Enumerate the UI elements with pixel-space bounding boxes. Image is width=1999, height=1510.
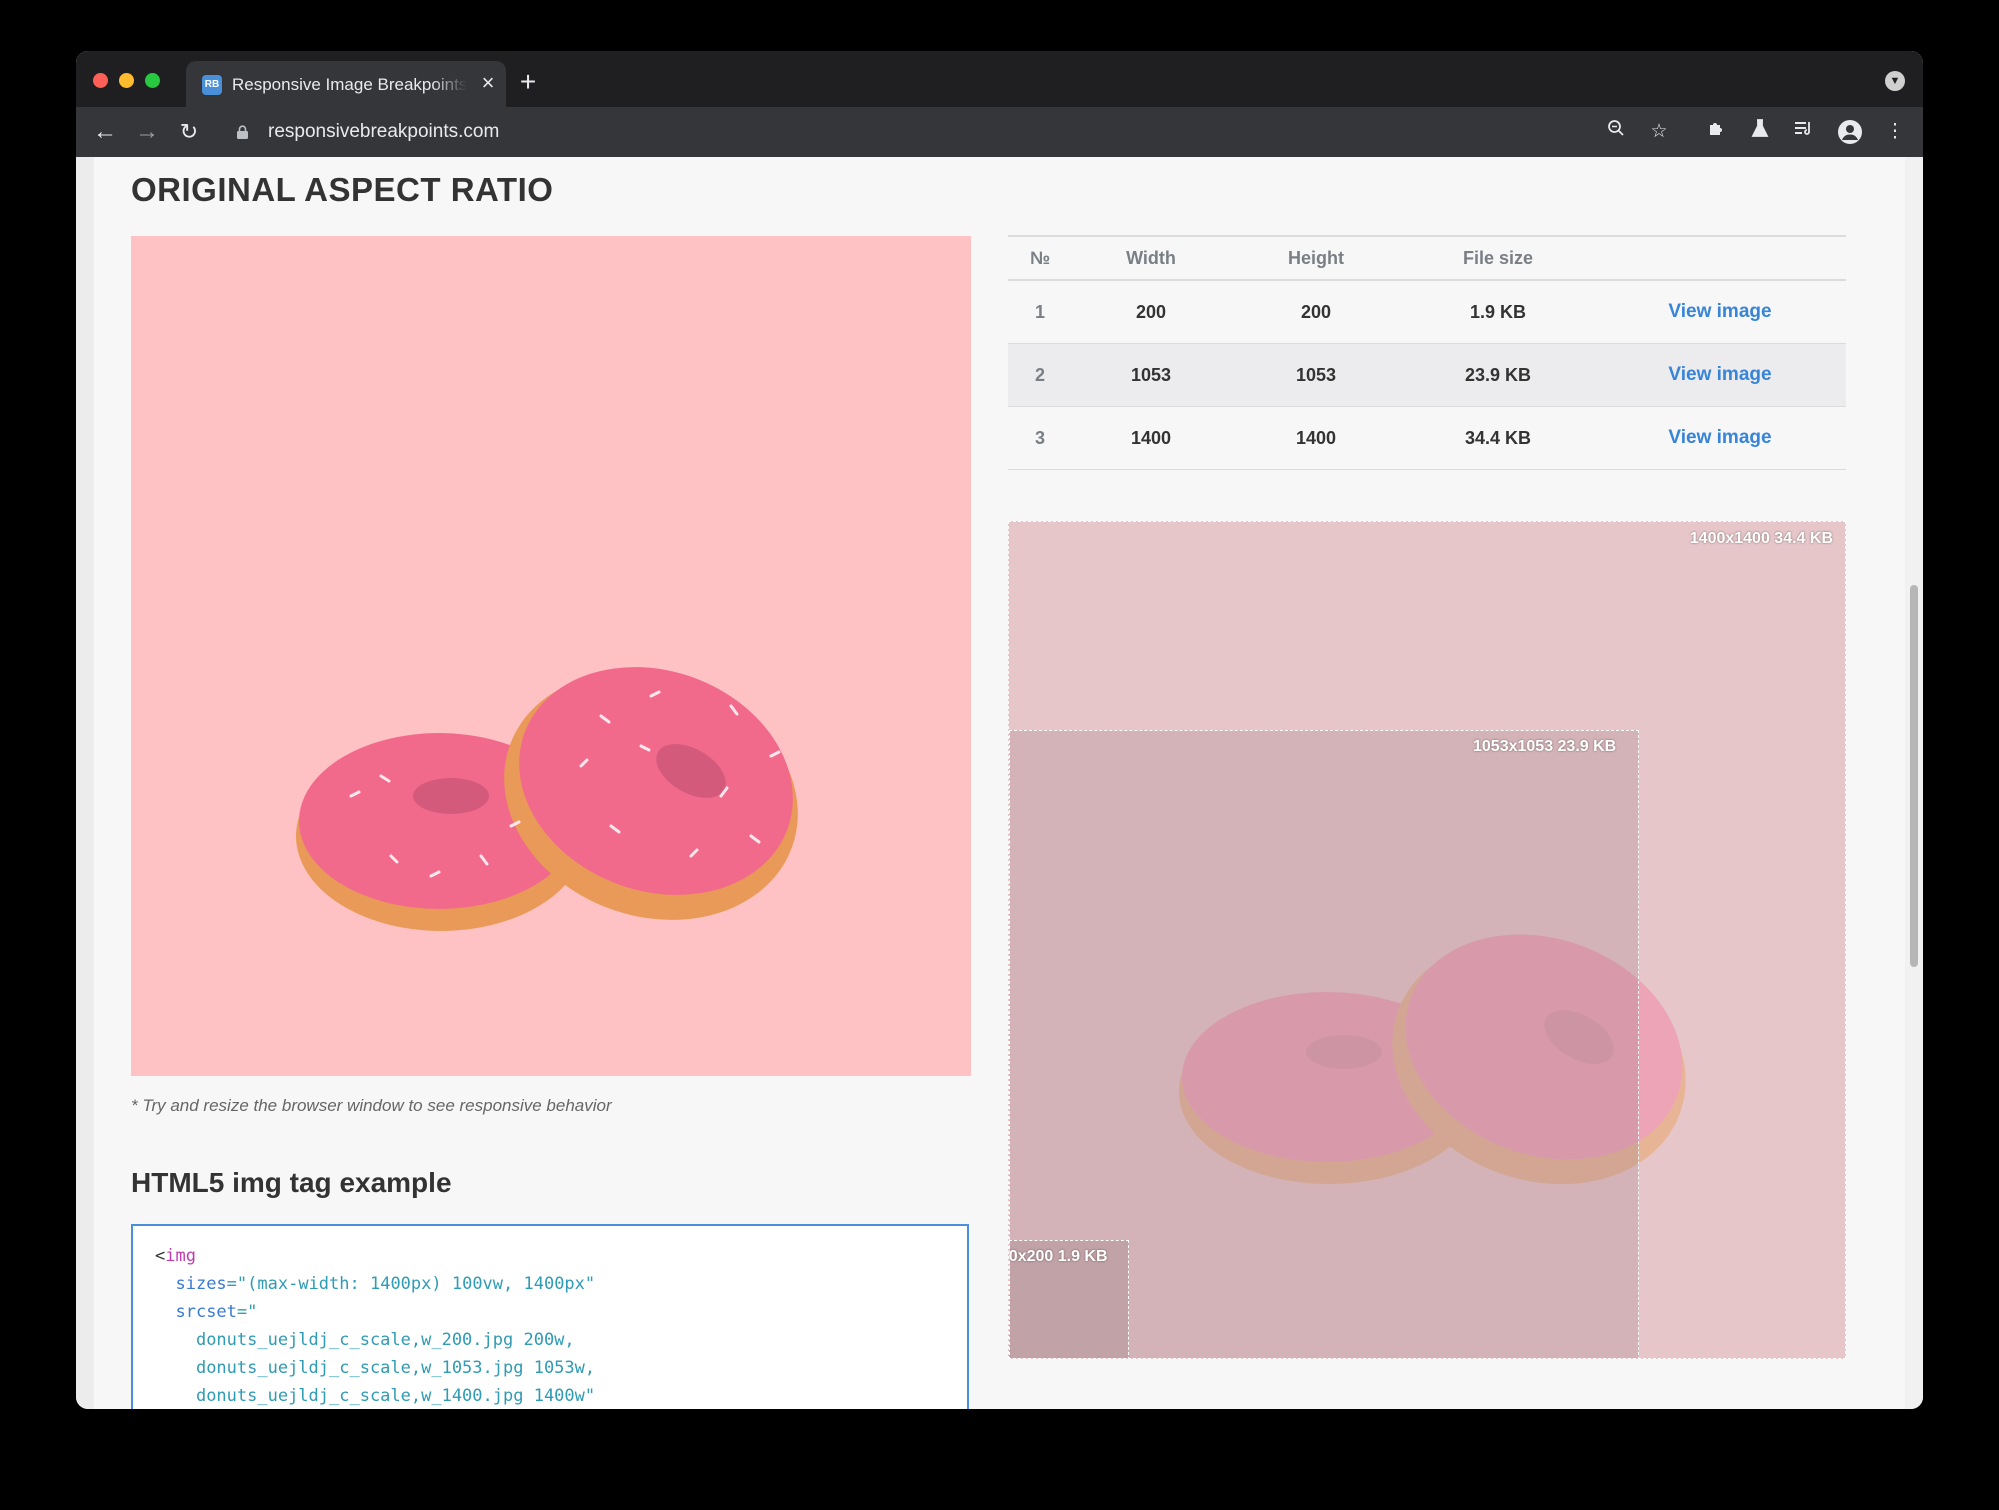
breakpoint-label-1053: 1053x1053 23.9 KB xyxy=(1473,738,1617,755)
forward-button[interactable]: → xyxy=(131,116,163,148)
row-height: 200 xyxy=(1230,280,1402,344)
browser-window: RB Responsive Image Breakpoints × + ▼ ← … xyxy=(76,51,1923,1409)
col-header-action xyxy=(1594,235,1846,281)
col-header-width: Width xyxy=(1072,235,1230,281)
row-number: 1 xyxy=(1008,280,1072,344)
donuts-illustration xyxy=(296,667,798,931)
browser-toolbar: ← → ↻ responsivebreakpoints.com ☆ ⋮ xyxy=(76,107,1923,157)
code-line-4: donuts_uejldj_c_scale,w_200.jpg 200w, xyxy=(195,1330,575,1350)
hero-donut-image xyxy=(131,236,971,1076)
browser-tab[interactable]: RB Responsive Image Breakpoints × xyxy=(186,61,506,107)
code-line-3: srcset=" xyxy=(175,1302,258,1322)
table-row: 1 200 200 1.9 KB View image xyxy=(1008,280,1846,344)
row-filesize: 1.9 KB xyxy=(1402,280,1594,344)
col-header-filesize: File size xyxy=(1402,235,1594,281)
view-image-link[interactable]: View image xyxy=(1594,343,1846,407)
tab-search-icon[interactable]: ▼ xyxy=(1885,71,1905,91)
address-bar[interactable]: responsivebreakpoints.com xyxy=(268,120,499,144)
page-content: ORIGINAL ASPECT RATIO * Try and resize t… xyxy=(94,157,1885,1409)
code-example-box[interactable]: <img sizes="(max-width: 1400px) 100vw, 1… xyxy=(131,1224,969,1409)
row-filesize: 23.9 KB xyxy=(1402,343,1594,407)
menu-kebab-icon[interactable]: ⋮ xyxy=(1881,118,1909,146)
row-number: 2 xyxy=(1008,343,1072,407)
tab-strip: RB Responsive Image Breakpoints × + ▼ xyxy=(76,51,1923,107)
zoom-icon[interactable] xyxy=(1602,118,1630,146)
table-row: 3 1400 1400 34.4 KB View image xyxy=(1008,406,1846,470)
favicon-icon: RB xyxy=(202,75,222,95)
breakpoint-visualization: 1400x1400 34.4 KB 1053x1053 23.9 KB 200x… xyxy=(1008,521,1846,1359)
bookmark-star-icon[interactable]: ☆ xyxy=(1645,118,1673,146)
row-width: 1053 xyxy=(1072,343,1230,407)
view-image-link[interactable]: View image xyxy=(1594,280,1846,344)
row-number: 3 xyxy=(1008,406,1072,470)
table-header-row: № Width Height File size xyxy=(1008,235,1846,281)
row-filesize: 34.4 KB xyxy=(1402,406,1594,470)
code-line-1: <img xyxy=(155,1246,196,1266)
breakpoint-label-1400: 1400x1400 34.4 KB xyxy=(1689,530,1833,547)
reload-button[interactable]: ↻ xyxy=(173,116,205,148)
extensions-icon[interactable] xyxy=(1703,118,1731,146)
section-title: ORIGINAL ASPECT RATIO xyxy=(131,171,554,208)
scrollbar-thumb[interactable] xyxy=(1910,585,1918,967)
code-line-6: donuts_uejldj_c_scale,w_1400.jpg 1400w" xyxy=(195,1386,596,1406)
code-line-2: sizes="(max-width: 1400px) 100vw, 1400px… xyxy=(175,1274,596,1294)
new-tab-button[interactable]: + xyxy=(512,67,544,99)
row-width: 200 xyxy=(1072,280,1230,344)
breakpoint-label-200: 200x200 1.9 KB xyxy=(1008,1248,1108,1265)
view-image-link[interactable]: View image xyxy=(1594,406,1846,470)
profile-avatar-icon[interactable] xyxy=(1838,120,1862,144)
table-row: 2 1053 1053 23.9 KB View image xyxy=(1008,343,1846,407)
lock-icon xyxy=(236,125,250,139)
left-gutter xyxy=(76,157,94,1409)
breakpoints-table: № Width Height File size 1 200 200 1.9 K… xyxy=(1008,235,1846,470)
resize-note: * Try and resize the browser window to s… xyxy=(131,1096,612,1115)
page-scrollbar[interactable] xyxy=(1905,157,1923,1409)
col-header-number: № xyxy=(1008,235,1072,281)
reading-list-icon[interactable] xyxy=(1789,118,1817,146)
minimize-window-button[interactable] xyxy=(119,73,134,88)
tab-title: Responsive Image Breakpoints xyxy=(232,75,467,94)
back-button[interactable]: ← xyxy=(89,116,121,148)
code-line-5: donuts_uejldj_c_scale,w_1053.jpg 1053w, xyxy=(195,1358,596,1378)
html5-example-title: HTML5 img tag example xyxy=(131,1167,452,1198)
col-header-height: Height xyxy=(1230,235,1402,281)
row-height: 1053 xyxy=(1230,343,1402,407)
labs-flask-icon[interactable] xyxy=(1746,118,1774,146)
close-window-button[interactable] xyxy=(93,73,108,88)
maximize-window-button[interactable] xyxy=(145,73,160,88)
close-tab-icon[interactable]: × xyxy=(476,71,500,95)
row-width: 1400 xyxy=(1072,406,1230,470)
row-height: 1400 xyxy=(1230,406,1402,470)
